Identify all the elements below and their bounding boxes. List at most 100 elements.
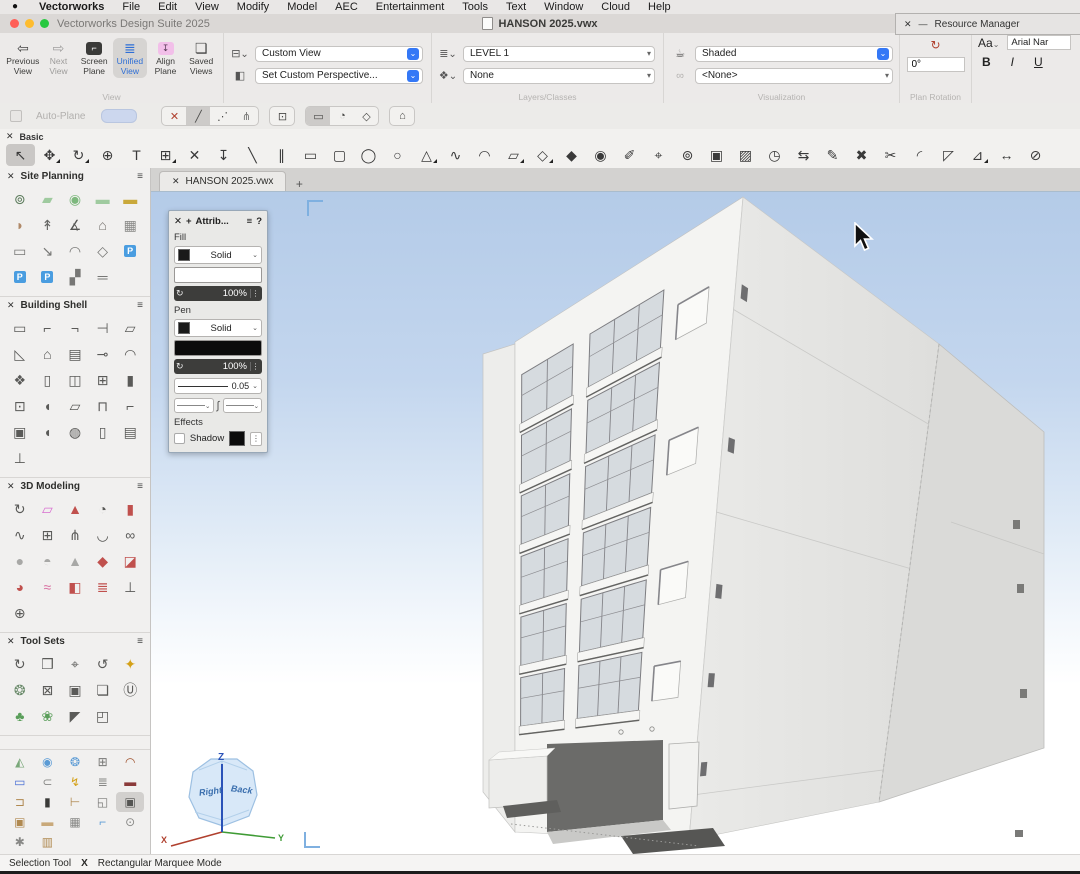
close-icon[interactable]: ✕ (174, 216, 182, 227)
stair-tool-icon[interactable]: ▤ (116, 419, 144, 445)
more-icon[interactable]: ⋮ (250, 432, 262, 446)
line-weight-dropdown[interactable]: 0.05 ⌄ (174, 378, 262, 394)
regular-polygon-tool[interactable]: ◆ (557, 144, 586, 166)
polygon-tool[interactable]: ▱ (499, 144, 528, 166)
double-door-icon[interactable]: ⊞ (89, 367, 117, 393)
nurbs-surface-icon[interactable]: ≈ (34, 574, 62, 600)
axis-plane-icon[interactable]: ⋔ (234, 107, 258, 125)
chamfer-tool[interactable]: ◸ (934, 144, 963, 166)
eyedropper-tool[interactable]: ✐ (615, 144, 644, 166)
slab-tool-icon[interactable]: ▱ (116, 315, 144, 341)
walkthrough-icon[interactable]: ⌖ (61, 651, 89, 677)
menu-help[interactable]: Help (639, 1, 680, 13)
callout-tool[interactable]: ⊞ (151, 144, 180, 166)
crate-icon[interactable]: ▣ (6, 812, 34, 832)
water-feature-icon[interactable]: ◉ (34, 752, 62, 772)
custom-view-dropdown[interactable]: Custom View⌄ (255, 46, 423, 62)
landscape-wall-icon[interactable]: ◠ (61, 238, 89, 264)
view-cube[interactable]: Right Back Z X Y (159, 740, 285, 857)
font-size-button[interactable]: Aa⌄ (978, 36, 999, 50)
menu-entertainment[interactable]: Entertainment (367, 1, 453, 13)
mesh-icon[interactable]: ⊞ (34, 522, 62, 548)
camera-match-icon[interactable]: ⊠ (34, 677, 62, 703)
render-teapot-icon[interactable]: ☕ (670, 47, 690, 60)
menu-cloud[interactable]: Cloud (592, 1, 639, 13)
box-object-icon[interactable]: ▥ (34, 832, 62, 852)
parking-spaces-icon[interactable]: P (116, 238, 144, 264)
globe-object-icon[interactable]: ❂ (61, 752, 89, 772)
menu-window[interactable]: Window (535, 1, 592, 13)
line-marker-end-dropdown[interactable]: ⌄ (223, 398, 263, 413)
update-model-icon[interactable]: ⌂ (390, 107, 414, 125)
chevron-down-icon[interactable]: ⌄ (407, 70, 419, 82)
stage-deck-icon[interactable]: ▦ (61, 812, 89, 832)
wall-heal-icon[interactable]: ¬ (61, 315, 89, 341)
resize-tool[interactable]: ↔ (992, 144, 1021, 166)
palette-menu-icon[interactable]: ≡ (137, 636, 143, 647)
menu-view[interactable]: View (186, 1, 228, 13)
fillet-tool[interactable]: ◜ (905, 144, 934, 166)
close-icon[interactable]: ✕ (7, 636, 15, 647)
close-icon[interactable]: ✕ (6, 131, 14, 142)
perspective-dropdown[interactable]: Set Custom Perspective...⌄ (255, 68, 423, 84)
trim-tool[interactable]: ✖ (847, 144, 876, 166)
bold-button[interactable]: B (982, 55, 991, 69)
split-tool[interactable]: ✂ (876, 144, 905, 166)
flyover-3d-icon[interactable]: ↻ (6, 496, 34, 522)
sweep-icon[interactable]: ◔ (89, 496, 117, 522)
panel-icon[interactable]: ▱ (61, 393, 89, 419)
help-icon[interactable]: ? (256, 216, 262, 227)
line-marker-start-dropdown[interactable]: ⌄ (174, 398, 214, 413)
dark-door-icon[interactable]: ▮ (34, 792, 62, 812)
menu-aec[interactable]: AEC (326, 1, 367, 13)
marquee-sign-icon[interactable]: ▬ (116, 772, 144, 792)
chevron-down-icon[interactable]: ▾ (882, 71, 889, 80)
analysis-icon[interactable]: ⊕ (6, 600, 34, 626)
attribute-brush-tool[interactable]: ✎ (818, 144, 847, 166)
square-column-icon[interactable]: ▯ (89, 419, 117, 445)
polyline-tool[interactable]: ◇ (528, 144, 557, 166)
building-model[interactable] (151, 192, 1080, 858)
resource-manager-panel[interactable]: ✕ — Resource Manager (895, 13, 1080, 35)
tree-stamp-icon[interactable]: ↟ (34, 212, 62, 238)
duplicate-array-tool[interactable]: ▣ (702, 144, 731, 166)
clip-tool[interactable]: ⊘ (1021, 144, 1050, 166)
rectangular-marquee-icon[interactable]: ▭ (306, 107, 330, 125)
mirror-tool[interactable]: ⇆ (789, 144, 818, 166)
palette-menu-icon[interactable]: ≡ (137, 171, 143, 182)
pen-style-dropdown[interactable]: Solid ⌄ (174, 319, 262, 337)
multi-point-plane-icon[interactable]: ⋰ (210, 107, 234, 125)
fence-icon[interactable]: ▦ (116, 212, 144, 238)
palette-menu-icon[interactable]: ≡ (137, 481, 143, 492)
pen-color-well[interactable] (174, 340, 262, 356)
window-tool-icon[interactable]: ▯ (34, 367, 62, 393)
power-connect-icon[interactable]: ↯ (61, 772, 89, 792)
massing-road-icon[interactable]: ▞ (61, 264, 89, 290)
italic-button[interactable]: I (1011, 55, 1014, 69)
rotate-tool[interactable]: ◷ (760, 144, 789, 166)
bleacher-icon[interactable]: ≣ (89, 772, 117, 792)
stake-object-icon[interactable]: ⊚ (6, 186, 34, 212)
flyover-ts-icon[interactable]: ↻ (6, 651, 34, 677)
chevron-down-icon[interactable]: ▾ (644, 71, 651, 80)
railing-icon[interactable]: ⊓ (89, 393, 117, 419)
chevron-down-icon[interactable]: ⌄ (407, 48, 419, 60)
background-render-dropdown[interactable]: <None>▾ (695, 68, 893, 84)
sphere-icon[interactable]: ● (6, 548, 34, 574)
extrude-tool-icon[interactable]: ▮ (116, 496, 144, 522)
stage-camera-icon[interactable]: ▣ (116, 792, 144, 812)
chamfer-solid-icon[interactable]: ◪ (116, 548, 144, 574)
cushion-slab-icon[interactable]: ◖ (34, 393, 62, 419)
close-icon[interactable]: ✕ (904, 19, 912, 30)
z-window-icon[interactable]: ◱ (89, 792, 117, 812)
hand-truck-icon[interactable]: ⊐ (6, 792, 34, 812)
more-icon[interactable]: ⋮ (250, 362, 260, 371)
menu-modify[interactable]: Modify (228, 1, 278, 13)
fill-opacity-slider[interactable]: ↻ 100% ⋮ (174, 286, 262, 301)
select-similar-tool[interactable]: ⊚ (673, 144, 702, 166)
extrude-solid-icon[interactable]: ◆ (89, 548, 117, 574)
menu-file[interactable]: File (113, 1, 149, 13)
roof-face-icon[interactable]: ◺ (6, 341, 34, 367)
shadow-checkbox[interactable] (174, 433, 185, 444)
tree-3d-icon[interactable]: ♣ (6, 703, 34, 729)
